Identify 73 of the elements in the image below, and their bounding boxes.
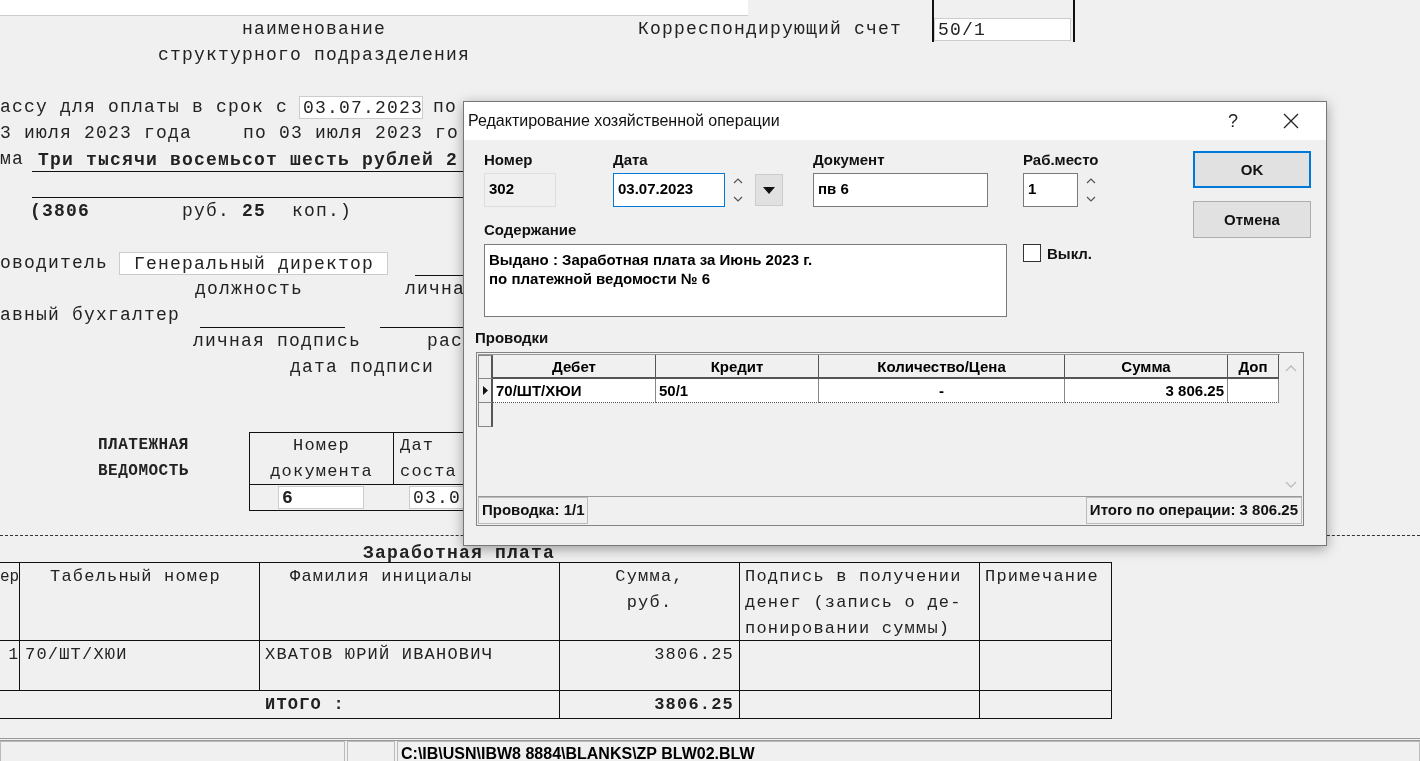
table-cell: 3806.25 <box>560 641 740 690</box>
caption: наименование <box>242 19 387 39</box>
checkbox[interactable] <box>1023 244 1041 262</box>
file-path: C:\IB\USN\IBW8 8884\BLANKS\ZP BLW02.BLW <box>397 741 1420 761</box>
field-label: Документ <box>813 151 886 168</box>
total-label: ИТОГО : <box>0 691 560 718</box>
amount: (3806 <box>30 201 90 221</box>
column-header: Примечание <box>980 563 1112 640</box>
field-label: оводитель <box>0 253 109 273</box>
grid-cell[interactable]: 50/1 <box>656 379 819 403</box>
table-cell: 3806.25 <box>560 691 740 718</box>
text: коп.) <box>292 201 352 221</box>
caption: должность <box>195 279 304 299</box>
help-button[interactable]: ? <box>1210 103 1256 139</box>
field-label: Содержание <box>484 221 578 238</box>
field-label: Дата <box>613 151 649 168</box>
text-area[interactable]: Выдано : Заработная плата за Июнь 2023 г. по платежной ведомости № 6 <box>484 244 1007 317</box>
column-header: Табельный номер <box>20 563 260 640</box>
field-label: ма <box>0 149 24 169</box>
caption: дата подписи <box>290 357 435 377</box>
field-label: Корреспондирующий счет <box>638 19 903 39</box>
table-title: Заработная плата <box>362 542 557 562</box>
grid-cell[interactable]: 3 806.25 <box>1065 379 1228 403</box>
date-field[interactable]: 03.07.2023 <box>299 95 423 119</box>
caption: рас <box>427 331 463 351</box>
checkbox-label: Выкл. <box>1047 244 1093 262</box>
column-header: Подпись в получении денег (запись о де- понировании суммы) <box>740 563 980 640</box>
table-cell: 1 <box>0 641 20 690</box>
row-pointer-icon <box>482 386 488 395</box>
table-cell: 70/ШТ/ХЮИ <box>20 641 260 690</box>
amount-in-words: Три тысячи восемьсот шесть рублей 2 <box>32 146 463 172</box>
input-field[interactable]: 6 <box>278 486 364 509</box>
text: по <box>433 97 457 117</box>
field-label: Раб.место <box>1023 151 1100 168</box>
text: ассу для оплаты в срок с <box>0 97 289 117</box>
input-field[interactable]: 1 <box>1023 173 1078 207</box>
text: 3 июля 2023 года <box>0 123 193 143</box>
grid-cell[interactable]: 70/ШТ/ХЮИ <box>493 379 656 403</box>
field-label: Номер <box>484 151 534 168</box>
column-header: Сумма, руб. <box>560 563 740 640</box>
cancel-button[interactable]: Отмена <box>1193 201 1311 238</box>
grid-cell[interactable] <box>1228 379 1279 403</box>
text: руб. <box>182 201 230 221</box>
grid-cell[interactable]: - <box>819 379 1065 403</box>
row-indicator[interactable] <box>478 379 493 403</box>
statement-title: ПЛАТЕЖНАЯ ВЕДОМОСТЬ <box>97 435 190 482</box>
date-field[interactable]: 03.07.2023 <box>613 173 725 207</box>
field-label: авный бухгалтер <box>0 305 181 325</box>
status-panel <box>347 741 395 761</box>
caption: лична <box>405 279 465 299</box>
input-field[interactable]: Генеральный директор <box>119 251 388 275</box>
window-title: Редактирование хозяйственной операции <box>468 112 781 130</box>
section-label: Проводки <box>475 329 550 346</box>
ok-button[interactable]: OK <box>1193 151 1311 188</box>
text: по 03 июля 2023 го <box>243 123 460 143</box>
input-field: 302 <box>484 173 556 207</box>
close-icon <box>1283 113 1299 129</box>
caret-icon <box>763 186 775 194</box>
column-header: Фамилия инициалы <box>260 563 560 640</box>
input-field[interactable]: 50/1 <box>934 17 1071 41</box>
input-field[interactable]: пв 6 <box>813 173 988 207</box>
amount: 25 <box>242 201 266 221</box>
caption: структурного подразделения <box>158 45 471 65</box>
date-field[interactable]: 03.0 <box>409 486 464 509</box>
entry-counter: Проводка: 1/1 <box>478 497 589 524</box>
dropdown-button[interactable] <box>755 174 783 206</box>
column-header: ер <box>0 563 20 640</box>
table-cell: ХВАТОВ ЮРИЙ ИВАНОВИЧ <box>260 641 560 690</box>
row-header-cell[interactable] <box>478 403 493 427</box>
input-field[interactable] <box>0 0 748 16</box>
column-header: Номер документа <box>249 433 393 484</box>
caption: личная подпись <box>193 331 362 351</box>
operation-total: Итого по операции: 3 806.25 <box>1085 497 1302 524</box>
